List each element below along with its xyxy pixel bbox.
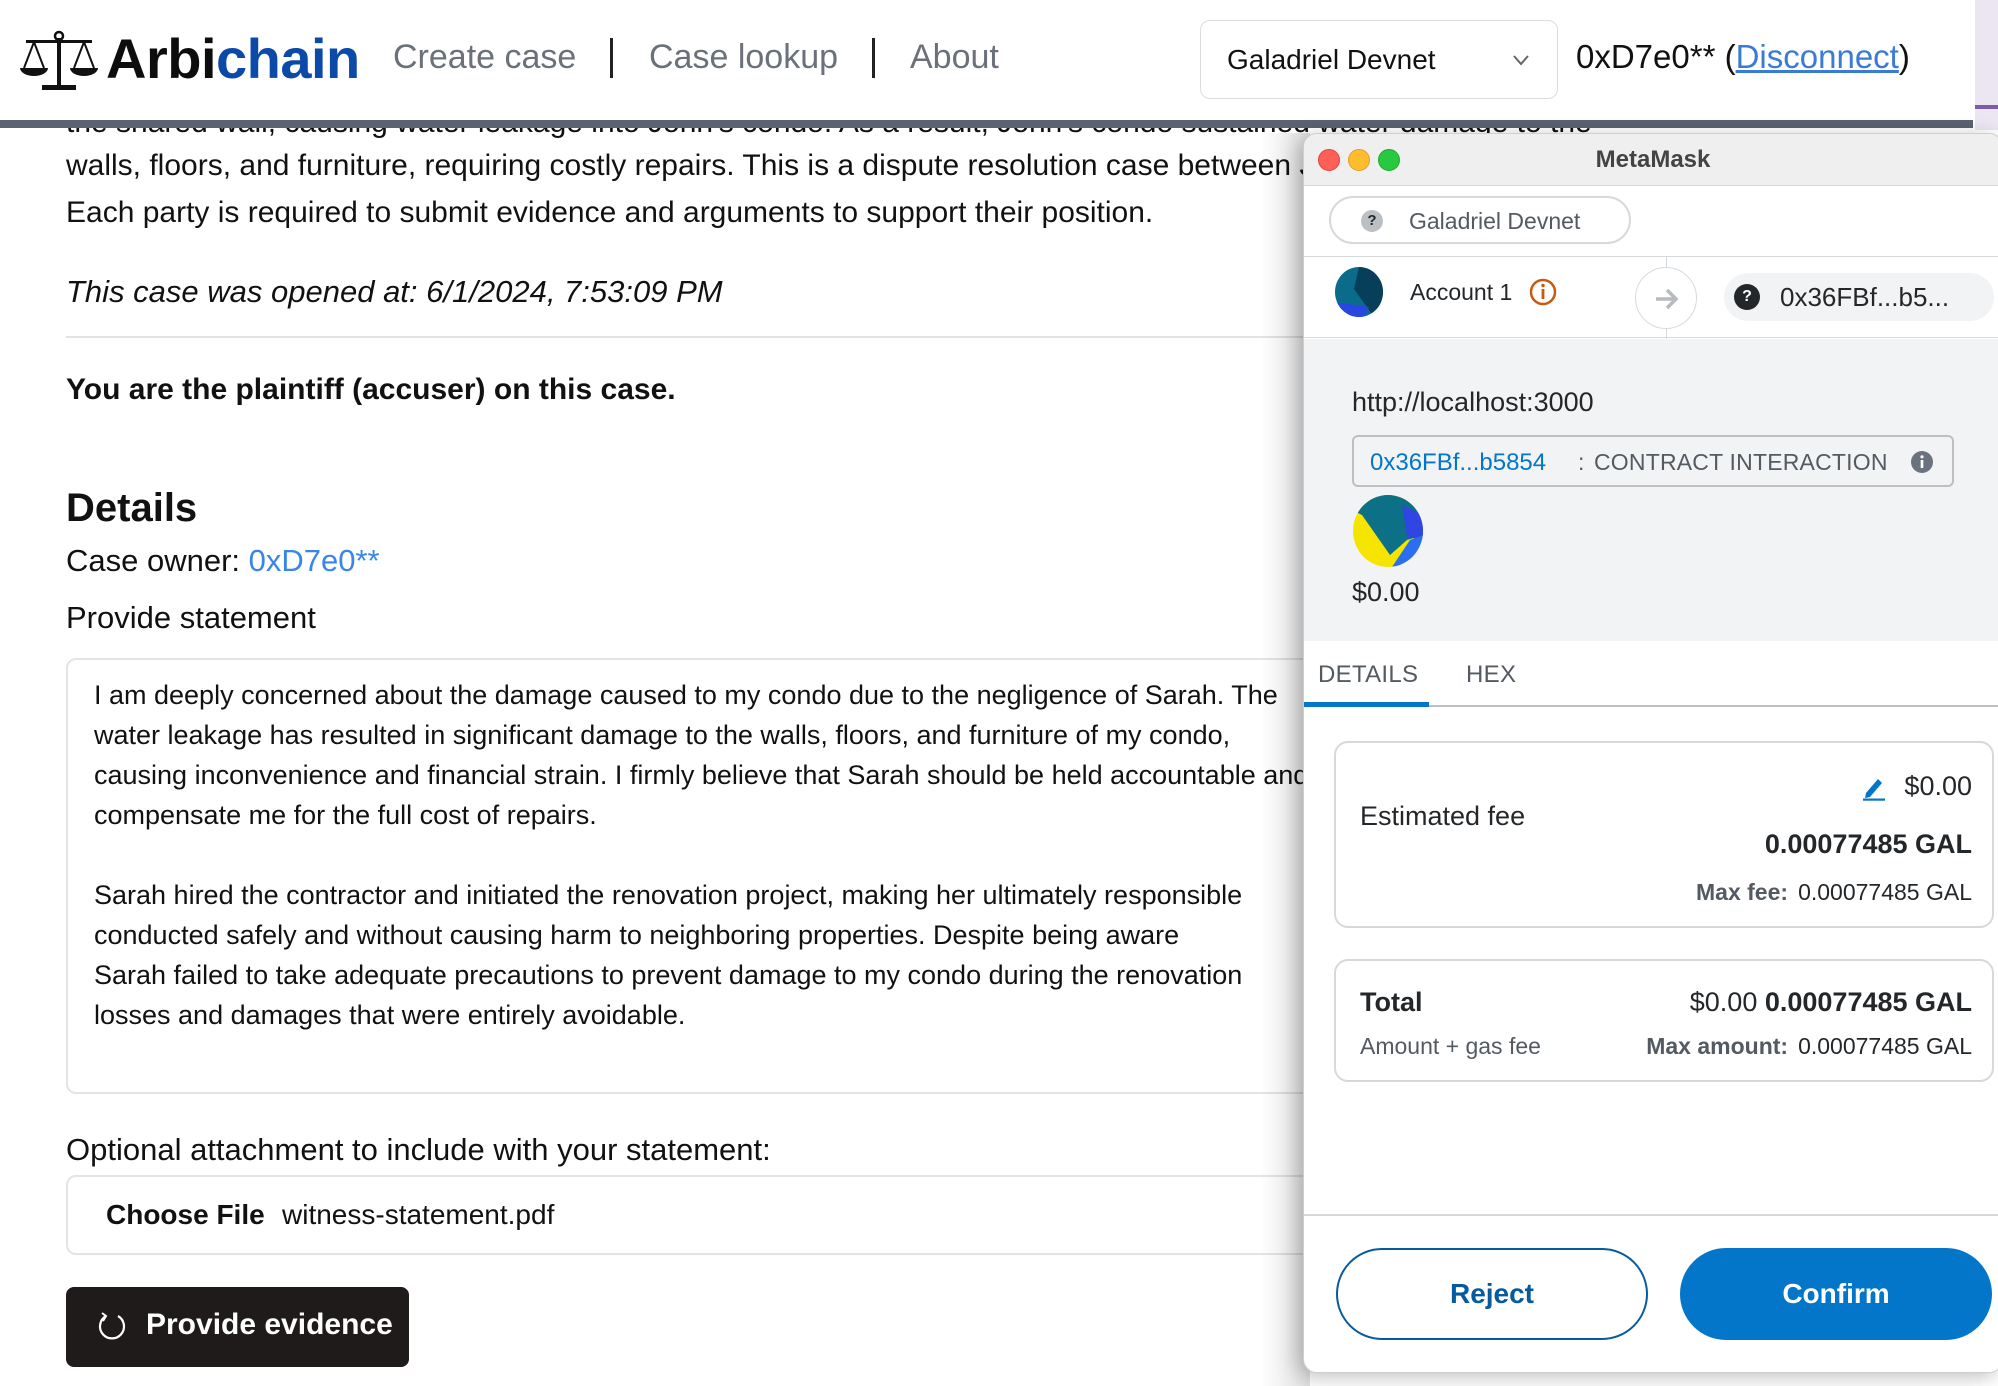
info-icon[interactable]: [1910, 450, 1934, 474]
max-fee-label: Max fee:: [1696, 879, 1789, 905]
metamask-tabs: DETAILS HEX: [1304, 641, 1998, 707]
choose-file-button[interactable]: Choose File: [106, 1199, 265, 1231]
max-fee: Max fee: 0.00077485 GAL: [1696, 879, 1972, 906]
user-role-notice: You are the plaintiff (accuser) on this …: [66, 373, 676, 406]
disconnect-link[interactable]: Disconnect: [1736, 38, 1899, 75]
brand-name-part2: chain: [216, 27, 360, 90]
case-description-line: Each party is required to submit evidenc…: [66, 196, 1154, 229]
provide-evidence-button[interactable]: Provide evidence: [66, 1287, 409, 1367]
token-avatar-icon: [1352, 495, 1424, 567]
network-select[interactable]: Galadriel Devnet: [1200, 20, 1558, 99]
statement-label: Provide statement: [66, 600, 316, 635]
total-native: 0.00077485 GAL: [1764, 987, 1972, 1017]
app-header: Arbichain Create case Case lookup About …: [0, 0, 1998, 120]
statement-line: Sarah hired the contractor and initiated…: [94, 880, 1243, 910]
network-select-value: Galadriel Devnet: [1227, 44, 1436, 75]
confirm-button[interactable]: Confirm: [1680, 1248, 1992, 1340]
statement-line: compensate me for the full cost of repai…: [94, 800, 597, 830]
file-input[interactable]: Choose File witness-statement.pdf: [66, 1175, 1366, 1255]
statement-line: water leakage has resulted in significan…: [94, 720, 1231, 750]
contract-type: CONTRACT INTERACTION: [1594, 449, 1888, 475]
total-usd: $0.00: [1689, 987, 1758, 1017]
metamask-window: MetaMask ? Galadriel Devnet Account 1 ?: [1303, 133, 1998, 1373]
selected-file-name: witness-statement.pdf: [282, 1199, 555, 1230]
nav-separator: [610, 38, 613, 78]
section-divider: [66, 336, 1326, 338]
statement-line: I am deeply concerned about the damage c…: [94, 680, 1278, 710]
statement-line: conducted safely and without causing har…: [94, 920, 1180, 950]
transaction-amount: $0.00: [1352, 577, 1420, 607]
browser-extension-strip: [1975, 0, 1998, 130]
contract-address-link[interactable]: 0x36FBf...b5854: [1370, 449, 1546, 477]
nav-case-lookup[interactable]: Case lookup: [649, 38, 838, 77]
account-name: Account 1: [1410, 279, 1513, 305]
estimated-fee-native: 0.00077485 GAL: [1764, 829, 1972, 859]
details-heading: Details: [66, 486, 198, 530]
contract-interaction-badge: 0x36FBf...b5854 : CONTRACT INTERACTION: [1352, 435, 1954, 487]
connected-account: 0xD7e0** (Disconnect): [1576, 38, 1910, 76]
case-owner-address[interactable]: 0xD7e0**: [249, 543, 380, 578]
destination-address: 0x36FBf...b5...: [1780, 282, 1950, 312]
destination-address-pill[interactable]: ? 0x36FBf...b5...: [1724, 273, 1994, 321]
statement-textarea[interactable]: I am deeply concerned about the damage c…: [66, 658, 1366, 1094]
tab-hex[interactable]: HEX: [1466, 661, 1516, 689]
metamask-title: MetaMask: [1304, 146, 1998, 174]
statement-line: losses and damages that were entirely av…: [94, 1000, 686, 1030]
attachment-label: Optional attachment to include with your…: [66, 1132, 771, 1167]
metamask-network-name: Galadriel Devnet: [1409, 208, 1581, 234]
active-tab-indicator: [1304, 702, 1429, 707]
nav-separator: [872, 38, 875, 78]
transaction-summary: http://localhost:3000 0x36FBf...b5854 : …: [1304, 339, 1998, 641]
statement-line: Sarah failed to take adequate precaution…: [94, 960, 1243, 990]
provide-evidence-label: Provide evidence: [146, 1308, 393, 1341]
nav-create-case[interactable]: Create case: [393, 38, 576, 77]
max-fee-value: 0.00077485 GAL: [1798, 879, 1972, 905]
metamask-network-pill[interactable]: ? Galadriel Devnet: [1329, 196, 1631, 244]
account-address: 0xD7e0** (: [1576, 38, 1736, 75]
info-icon[interactable]: [1528, 277, 1558, 307]
max-amount-label: Max amount:: [1646, 1033, 1789, 1059]
max-amount: Max amount: 0.00077485 GAL: [1646, 1033, 1972, 1060]
total-label: Total: [1360, 987, 1423, 1017]
case-opened-timestamp: This case was opened at: 6/1/2024, 7:53:…: [66, 274, 723, 309]
question-icon: ?: [1734, 284, 1760, 310]
header-divider: [0, 120, 1973, 128]
nav-about[interactable]: About: [910, 38, 999, 77]
metamask-title-text: MetaMask: [1595, 146, 1711, 173]
question-icon: ?: [1361, 210, 1383, 232]
arrow-right-icon: [1635, 267, 1697, 329]
chevron-down-icon: [1506, 45, 1536, 75]
account-paren: ): [1898, 38, 1910, 75]
loading-spinner-icon: [96, 1311, 128, 1343]
brand-name-part1: Arbi: [106, 27, 217, 90]
max-amount-value: 0.00077485 GAL: [1798, 1033, 1972, 1059]
metamask-account-row: Account 1 ? 0x36FBf...b5...: [1304, 256, 1998, 339]
metamask-titlebar[interactable]: MetaMask: [1304, 134, 1998, 186]
case-owner-label: Case owner:: [66, 543, 249, 578]
footer-divider: [1304, 1214, 1998, 1216]
reject-button[interactable]: Reject: [1336, 1248, 1648, 1340]
statement-line: causing inconvenience and financial stra…: [94, 760, 1309, 790]
account-avatar-icon: [1334, 267, 1384, 317]
total-sublabel: Amount + gas fee: [1360, 1033, 1541, 1059]
estimated-fee-usd: $0.00: [1904, 771, 1972, 801]
total-value: $0.00 0.00077485 GAL: [1690, 987, 1972, 1018]
estimated-fee-card: Estimated fee $0.00 0.00077485 GAL Max f…: [1334, 741, 1994, 928]
total-card: Total Amount + gas fee $0.00 0.00077485 …: [1334, 959, 1994, 1082]
request-origin: http://localhost:3000: [1352, 387, 1594, 417]
brand-name[interactable]: Arbichain: [106, 26, 360, 91]
contract-separator: :: [1578, 449, 1585, 475]
tab-details[interactable]: DETAILS: [1318, 661, 1418, 689]
scales-of-justice-logo-icon[interactable]: [18, 28, 100, 94]
estimated-fee-label: Estimated fee: [1360, 801, 1526, 831]
edit-gas-pencil-icon[interactable]: [1860, 773, 1888, 801]
case-owner: Case owner: 0xD7e0**: [66, 543, 380, 579]
